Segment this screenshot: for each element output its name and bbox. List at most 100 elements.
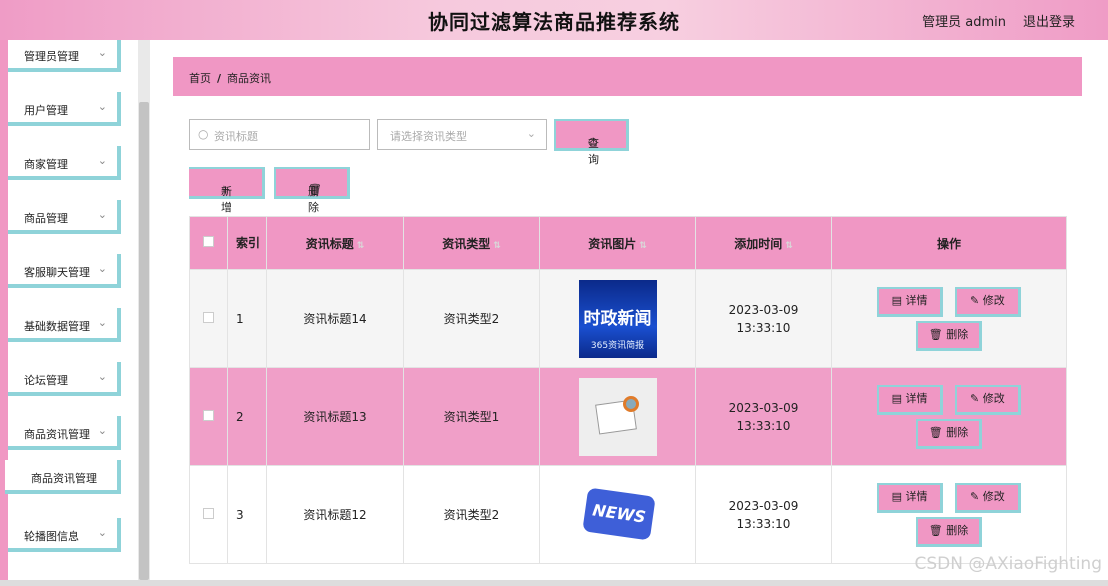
row-type: 资讯类型2: [403, 269, 540, 368]
sort-icon[interactable]: ⇅: [493, 241, 501, 251]
column-type[interactable]: 资讯类型 ⇅: [403, 216, 540, 270]
column-image[interactable]: 资讯图片 ⇅: [539, 216, 696, 270]
table-header-row: 索引 资讯标题 ⇅ 资讯类型 ⇅ 资讯图片 ⇅ 添加时间 ⇅ 操作: [189, 216, 1067, 270]
trash-icon: 🗑: [928, 523, 943, 537]
breadcrumb-home[interactable]: 首页: [189, 72, 211, 85]
header-bar: 协同过滤算法商品推荐系统 管理员 admin 退出登录: [0, 0, 1108, 40]
delete-button[interactable]: 🗑 删除: [916, 516, 982, 547]
delete-button[interactable]: 🗑 删除: [916, 320, 982, 351]
row-type: 资讯类型1: [403, 367, 540, 466]
sidebar-scroll-thumb[interactable]: [139, 102, 149, 580]
breadcrumb-separator: /: [217, 72, 222, 85]
row-image-cell: NEWS: [539, 465, 696, 564]
breadcrumb: 首页 / 商品资讯: [173, 57, 1082, 96]
watermark: CSDN @AXiaoFighting: [914, 554, 1102, 574]
query-button[interactable]: 查询 ○: [554, 119, 629, 166]
chevron-down-icon: ⌄: [97, 370, 107, 383]
sidebar-item-admin[interactable]: 管理员管理 ⌄: [8, 40, 121, 72]
search-placeholder: 资讯标题: [214, 130, 258, 143]
edit-icon: ✎: [970, 489, 980, 503]
sidebar-item-label: 商家管理: [24, 158, 68, 171]
row-image-cell: [539, 367, 696, 466]
sort-icon[interactable]: ⇅: [639, 241, 647, 251]
row-checkbox[interactable]: [189, 269, 228, 368]
sidebar-subitem-news[interactable]: 商品资讯管理: [5, 460, 121, 494]
main-content: 首页 / 商品资讯 ○ 资讯标题 请选择资讯类型 ⌄ 查询 ○ + 新增 🗑 删除 …: [150, 40, 1108, 586]
sidebar-item-label: 商品资讯管理: [24, 428, 90, 441]
news-thumbnail[interactable]: NEWS: [578, 475, 657, 554]
delete-button[interactable]: 🗑 删除: [916, 418, 982, 449]
table-row: 3 资讯标题12 资讯类型2 NEWS 2023-03-09 13:33:10 …: [189, 465, 1067, 564]
sidebar-item-chat[interactable]: 客服聊天管理 ⌄: [8, 254, 121, 288]
row-checkbox[interactable]: [189, 367, 228, 466]
edit-button[interactable]: ✎ 修改: [954, 482, 1021, 513]
column-time[interactable]: 添加时间 ⇅: [695, 216, 832, 270]
sidebar-item-label: 管理员管理: [24, 50, 79, 63]
type-select[interactable]: 请选择资讯类型 ⌄: [377, 119, 547, 150]
news-thumbnail[interactable]: 时政新闻 365资讯简报: [578, 279, 657, 358]
document-icon: ▤: [891, 293, 903, 307]
row-type: 资讯类型2: [403, 465, 540, 564]
search-input[interactable]: ○ 资讯标题: [189, 119, 370, 150]
sidebar-accent: [0, 40, 8, 586]
row-index: 1: [227, 269, 267, 368]
detail-button[interactable]: ▤ 详情: [877, 286, 944, 317]
thumbnail-text: 时政新闻: [583, 308, 652, 329]
row-ops: ▤ 详情 ✎ 修改 🗑 删除: [831, 269, 1067, 368]
sidebar-item-users[interactable]: 用户管理 ⌄: [8, 92, 121, 126]
column-index: 索引: [227, 216, 267, 270]
row-checkbox[interactable]: [189, 465, 228, 564]
batch-delete-button[interactable]: 🗑 删除: [274, 167, 350, 214]
chevron-down-icon: ⌄: [97, 46, 107, 59]
news-table: 索引 资讯标题 ⇅ 资讯类型 ⇅ 资讯图片 ⇅ 添加时间 ⇅ 操作 1 资讯标题14 资…: [189, 216, 1067, 564]
column-ops: 操作: [831, 216, 1067, 270]
sidebar-item-products[interactable]: 商品管理 ⌄: [8, 200, 121, 234]
sidebar-item-label: 论坛管理: [24, 374, 68, 387]
edit-button[interactable]: ✎ 修改: [954, 286, 1021, 317]
thumbnail-text: NEWS: [581, 486, 656, 541]
delete-label: 删除: [308, 185, 319, 214]
search-icon: ○: [588, 135, 598, 148]
sidebar-item-label: 用户管理: [24, 104, 68, 117]
chevron-down-icon: ⌄: [526, 127, 536, 140]
chevron-down-icon: ⌄: [97, 208, 107, 221]
sidebar-item-forum[interactable]: 论坛管理 ⌄: [8, 362, 121, 396]
sort-icon[interactable]: ⇅: [357, 241, 365, 251]
add-button[interactable]: + 新增: [189, 167, 265, 214]
breadcrumb-current: 商品资讯: [227, 72, 272, 85]
select-all-checkbox[interactable]: [189, 216, 228, 270]
sidebar-item-carousel[interactable]: 轮播图信息 ⌄: [8, 518, 121, 552]
sidebar-item-merchants[interactable]: 商家管理 ⌄: [8, 146, 121, 180]
document-icon: ▤: [891, 391, 903, 405]
chevron-down-icon: ⌄: [97, 316, 107, 329]
document-icon: ▤: [891, 489, 903, 503]
table-row: 1 资讯标题14 资讯类型2 时政新闻 365资讯简报 2023-03-09 1…: [189, 269, 1067, 368]
sidebar-subitem-label: 商品资讯管理: [31, 472, 97, 485]
chevron-down-icon: ⌄: [97, 154, 107, 167]
row-time: 2023-03-09 13:33:10: [695, 465, 832, 564]
add-label: 新增: [221, 185, 232, 214]
row-title: 资讯标题13: [266, 367, 404, 466]
bottom-scrollbar[interactable]: [0, 580, 1108, 586]
magnifier-icon: [622, 395, 639, 412]
news-thumbnail[interactable]: [578, 377, 657, 456]
type-select-placeholder: 请选择资讯类型: [390, 130, 467, 143]
sidebar-item-basedata[interactable]: 基础数据管理 ⌄: [8, 308, 121, 342]
sidebar-item-label: 基础数据管理: [24, 320, 90, 333]
column-title[interactable]: 资讯标题 ⇅: [266, 216, 404, 270]
sidebar-item-news[interactable]: 商品资讯管理 ⌄: [8, 416, 121, 450]
chevron-down-icon: ⌄: [97, 526, 107, 539]
current-user: 管理员 admin: [922, 15, 1006, 30]
detail-button[interactable]: ▤ 详情: [877, 482, 944, 513]
row-index: 3: [227, 465, 267, 564]
sort-icon[interactable]: ⇅: [785, 241, 793, 251]
sidebar-item-label: 客服聊天管理: [24, 266, 90, 279]
sidebar-item-label: 轮播图信息: [24, 530, 79, 543]
logout-link[interactable]: 退出登录: [1023, 11, 1075, 30]
edit-button[interactable]: ✎ 修改: [954, 384, 1021, 415]
detail-button[interactable]: ▤ 详情: [877, 384, 944, 415]
row-index: 2: [227, 367, 267, 466]
row-ops: ▤ 详情 ✎ 修改 🗑 删除: [831, 367, 1067, 466]
chevron-down-icon: ⌄: [97, 424, 107, 437]
row-title: 资讯标题12: [266, 465, 404, 564]
